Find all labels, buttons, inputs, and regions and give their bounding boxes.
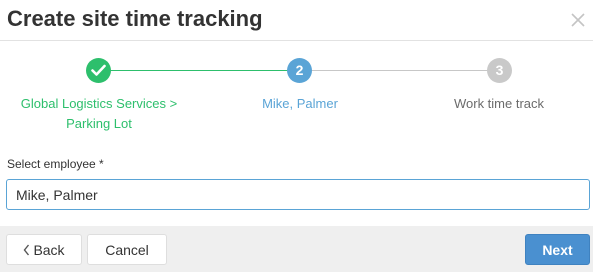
close-icon[interactable] [568,10,588,30]
next-button[interactable]: Next [525,234,590,265]
create-site-time-tracking-dialog: Create site time tracking 2 3 Global Log… [0,0,593,272]
step-connector-pending [300,70,499,71]
step-1-completed[interactable] [86,58,111,83]
dialog-footer: Back Cancel Next [0,226,593,272]
step-2-number: 2 [287,58,312,83]
select-employee-label: Select employee * [7,157,104,171]
dialog-header: Create site time tracking [0,0,593,41]
wizard-stepper: 2 3 Global Logistics Services > Parking … [0,55,593,145]
step-1-label[interactable]: Global Logistics Services > Parking Lot [8,94,190,134]
cancel-button[interactable]: Cancel [87,234,167,265]
chevron-left-icon [24,244,30,256]
back-button-label: Back [33,242,65,258]
back-button[interactable]: Back [6,234,82,265]
step-connector-completed [98,70,300,71]
check-icon [91,64,106,76]
dialog-title: Create site time tracking [7,6,263,31]
step-3-label: Work time track [453,96,545,111]
step-3-number: 3 [487,58,512,83]
step-2-label: Mike, Palmer [262,96,338,111]
employee-input[interactable] [6,179,590,210]
